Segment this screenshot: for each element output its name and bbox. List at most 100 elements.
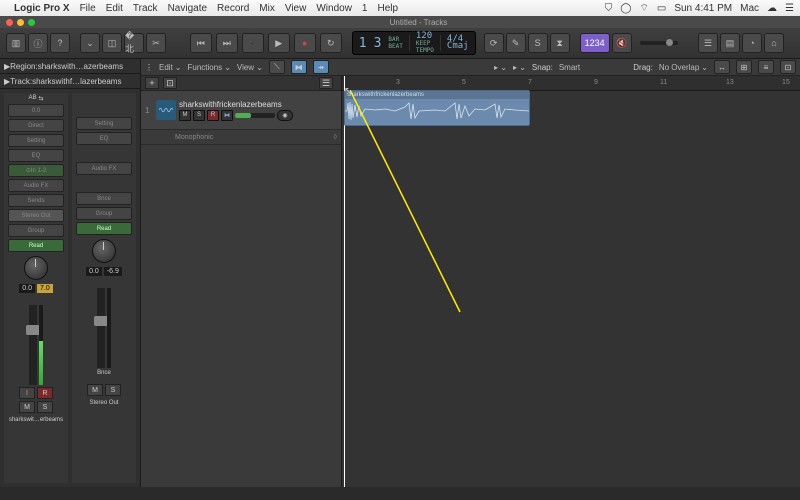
menu-app[interactable]: Logic Pro X — [14, 3, 70, 14]
drag-menu[interactable]: No Overlap ⌄ — [659, 63, 708, 72]
track-rec-button[interactable]: R — [207, 110, 219, 121]
volume-fader-b[interactable] — [97, 288, 105, 368]
ruler[interactable]: 357911131517 — [342, 76, 800, 91]
zoom-fit-button[interactable]: ⊡ — [780, 60, 796, 74]
left-tool[interactable]: ▸ ⌄ — [494, 63, 507, 72]
status-time[interactable]: Sun 4:41 PM — [674, 3, 732, 14]
setting-slot[interactable]: Setting — [8, 134, 64, 147]
toolbar-button[interactable]: ⌄ — [80, 33, 100, 53]
direct-slot[interactable]: Direct — [8, 119, 64, 132]
quickhelp-button[interactable]: ? — [50, 33, 70, 53]
automation-slot[interactable]: Read — [8, 239, 64, 252]
menu-record[interactable]: Record — [217, 3, 249, 14]
mute-button-b[interactable]: M — [87, 384, 103, 396]
library-button[interactable]: ▥ — [6, 33, 26, 53]
cycle-button[interactable]: ↻ — [320, 33, 342, 53]
inspector-track-header[interactable]: ▶ Track: sharkswithf…lazerbeams — [0, 74, 140, 89]
zoom-v-button[interactable]: ⊞ — [736, 60, 752, 74]
track-solo-button[interactable]: S — [193, 110, 205, 121]
eq-slot[interactable]: EQ — [8, 149, 64, 162]
group-slot-b[interactable]: Group — [76, 207, 132, 220]
catch-button[interactable]: ↠ — [313, 60, 329, 74]
smart-controls-button[interactable]: ◫ — [102, 33, 122, 53]
flex-button[interactable]: ⧓ — [291, 60, 307, 74]
solo-button[interactable]: S — [528, 33, 548, 53]
lcd-tempo[interactable]: 120 — [416, 33, 434, 40]
track-name[interactable]: sharkswithfrickenlazerbeams — [179, 100, 337, 109]
bnce-slot[interactable]: Bnce — [76, 192, 132, 205]
track-mute-button[interactable]: M — [179, 110, 191, 121]
play-button[interactable]: ▶ — [268, 33, 290, 53]
solo-button-b[interactable]: S — [105, 384, 121, 396]
input-monitor-button[interactable]: I — [19, 387, 35, 399]
forward-button[interactable]: ⏭ — [216, 33, 238, 53]
automation-button[interactable]: ⟍ — [269, 60, 285, 74]
close-button[interactable] — [6, 19, 13, 26]
pan-knob[interactable] — [24, 256, 48, 280]
playhead[interactable] — [344, 76, 345, 487]
autopunch-button[interactable]: ✎ — [506, 33, 526, 53]
loops-button[interactable]: ◔ — [742, 33, 762, 53]
menu-window[interactable]: Window — [316, 3, 352, 14]
lcd-bar[interactable]: 1 — [359, 36, 368, 51]
stop-button[interactable]: ◾ — [242, 33, 264, 53]
menu-view[interactable]: View — [285, 3, 307, 14]
right-tool[interactable]: ▸ ⌄ — [513, 63, 526, 72]
rewind-button[interactable]: ⏮ — [190, 33, 212, 53]
vol-value-b[interactable]: -6.9 — [104, 267, 122, 276]
output-slot[interactable]: Stereo Out — [8, 209, 64, 222]
arrange-area[interactable]: 357911131517 sharkswithfrickenlazerbeams… — [342, 76, 800, 487]
countin-button[interactable]: ⧗ — [550, 33, 570, 53]
status-search-icon[interactable]: ☰ — [785, 3, 794, 14]
menu-file[interactable]: File — [80, 3, 96, 14]
track-header[interactable]: 1 sharkswithfrickenlazerbeams M S R ⧓ ◉ — [141, 91, 341, 130]
track-toggle[interactable]: ◉ — [277, 110, 293, 121]
audiofx-slot-b[interactable]: Audio FX — [76, 162, 132, 175]
status-shield-icon[interactable]: ⛉ — [605, 3, 613, 14]
menu-count[interactable]: 1 — [362, 3, 368, 14]
functions-menu[interactable]: Functions ⌄ — [188, 63, 231, 72]
mixer-button[interactable]: �北 — [124, 33, 144, 53]
group-slot[interactable]: Group — [8, 224, 64, 237]
track-flex-button[interactable]: ⧓ — [221, 110, 233, 121]
track-icon[interactable] — [156, 100, 176, 120]
gain-slot[interactable]: 0.0 — [8, 104, 64, 117]
menu-mix[interactable]: Mix — [259, 3, 275, 14]
status-battery-icon[interactable]: ▭ — [657, 3, 666, 14]
editors-button[interactable]: ✂ — [146, 33, 166, 53]
input-slot[interactable]: ⊙ In 1-2 — [8, 164, 64, 177]
minimize-button[interactable] — [17, 19, 24, 26]
automation-slot-b[interactable]: Read — [76, 222, 132, 235]
inspector-region-header[interactable]: ▶ Region: sharkswith…azerbeams — [0, 59, 140, 74]
master-mute-button[interactable]: 🔇 — [612, 33, 632, 53]
tracks-menu-icon[interactable]: ⋮ — [145, 63, 153, 72]
lcd-key[interactable]: Cmaj — [447, 43, 469, 50]
zoom-button[interactable] — [28, 19, 35, 26]
vol-value[interactable]: 7.0 — [37, 284, 53, 293]
eq-slot-b[interactable]: EQ — [76, 132, 132, 145]
sends-slot[interactable]: Sends — [8, 194, 64, 207]
rec-enable-button[interactable]: R — [37, 387, 53, 399]
browser-button[interactable]: ⌂ — [764, 33, 784, 53]
solo-button-ch[interactable]: S — [37, 401, 53, 413]
pan-value[interactable]: 0.0 — [19, 284, 35, 293]
status-circle-icon[interactable]: ◯ — [620, 3, 631, 14]
list-editors-button[interactable]: ☰ — [698, 33, 718, 53]
global-tracks-button[interactable]: ☰ — [319, 77, 333, 89]
replace-button[interactable]: ⟳ — [484, 33, 504, 53]
status-mac[interactable]: Mac — [740, 3, 759, 14]
menu-help[interactable]: Help — [377, 3, 398, 14]
mute-button[interactable]: M — [19, 401, 35, 413]
menu-navigate[interactable]: Navigate — [168, 3, 207, 14]
track-flex-mode[interactable]: Monophonic ◊ — [141, 130, 341, 145]
audiofx-slot[interactable]: Audio FX — [8, 179, 64, 192]
pan-knob-b[interactable] — [92, 239, 116, 263]
zoom-h-button[interactable]: ↔ — [714, 60, 730, 74]
master-tag[interactable]: 1234 — [580, 33, 610, 53]
status-wifi-icon[interactable]: ⌔ — [639, 2, 648, 15]
duplicate-track-button[interactable]: ⊡ — [163, 77, 177, 89]
lcd-display[interactable]: 1 3 BARBEAT 120KEEPTEMPO 4/4Cmaj — [352, 31, 476, 55]
menu-track[interactable]: Track — [133, 3, 158, 14]
lcd-beat[interactable]: 3 — [374, 36, 383, 51]
master-volume-slider[interactable] — [640, 41, 678, 45]
